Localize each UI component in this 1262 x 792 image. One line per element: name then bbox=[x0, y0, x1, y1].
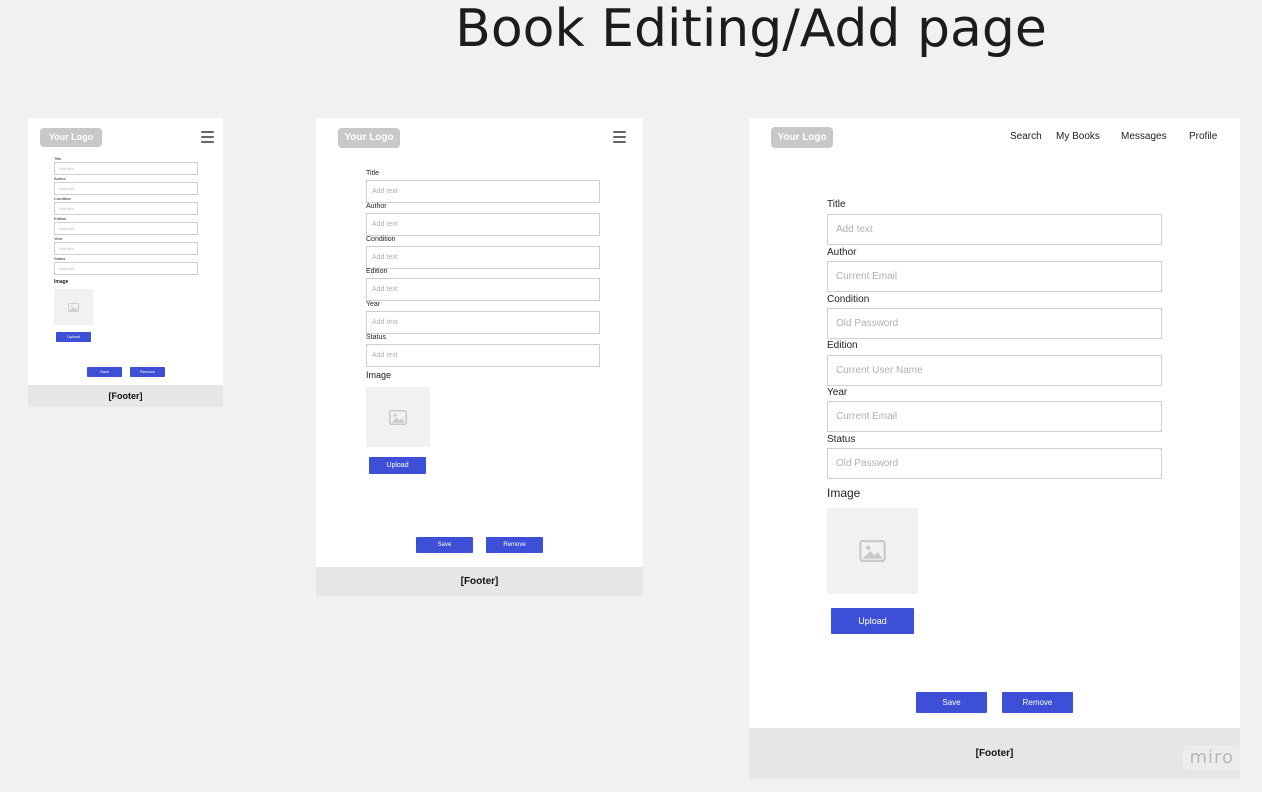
condition-input[interactable]: Old Password bbox=[827, 308, 1162, 339]
image-icon bbox=[68, 302, 79, 312]
desktop-frame: Your Logo Search My Books Messages Profi… bbox=[749, 118, 1240, 728]
field-label-status: Status bbox=[54, 256, 66, 261]
field-label-year: Year bbox=[827, 387, 848, 398]
nav-my-books[interactable]: My Books bbox=[1056, 131, 1100, 142]
status-input[interactable]: Add text bbox=[366, 344, 600, 367]
image-label: Image bbox=[366, 370, 392, 380]
image-placeholder bbox=[366, 387, 430, 447]
logo[interactable]: Your Logo bbox=[771, 127, 833, 148]
year-input[interactable]: Add text bbox=[54, 242, 198, 255]
remove-button[interactable]: Remove bbox=[486, 537, 543, 553]
author-input[interactable]: Add text bbox=[366, 213, 600, 236]
field-label-title: Title bbox=[827, 199, 846, 210]
edition-input[interactable]: Add text bbox=[366, 278, 600, 301]
title-input[interactable]: Add text bbox=[366, 180, 600, 203]
footer: [Footer] bbox=[28, 385, 223, 407]
hamburger-icon[interactable] bbox=[613, 131, 626, 143]
save-button[interactable]: Save bbox=[416, 537, 473, 553]
image-icon bbox=[389, 409, 407, 425]
status-input[interactable]: Add text bbox=[54, 262, 198, 275]
field-label-condition: Condition bbox=[827, 294, 870, 305]
field-label-status: Status bbox=[366, 334, 386, 341]
status-input[interactable]: Old Password bbox=[827, 448, 1162, 479]
image-icon bbox=[859, 540, 886, 562]
nav-profile[interactable]: Profile bbox=[1189, 131, 1217, 142]
field-label-author: Author bbox=[366, 203, 387, 210]
field-label-edition: Edition bbox=[827, 340, 858, 351]
image-label: Image bbox=[827, 486, 861, 500]
image-placeholder bbox=[827, 508, 918, 594]
field-label-author: Author bbox=[827, 247, 857, 258]
upload-button[interactable]: Upload bbox=[56, 332, 91, 342]
mobile-frame: Your Logo Title Add text Author Add text… bbox=[28, 118, 223, 385]
field-label-edition: Edition bbox=[366, 268, 388, 275]
edition-input[interactable]: Current User Name bbox=[827, 355, 1162, 386]
field-label-year: Year bbox=[366, 301, 381, 308]
field-label-year: Year bbox=[54, 236, 63, 241]
field-label-title: Title bbox=[366, 170, 379, 177]
board-title: Book Editing/Add page bbox=[455, 0, 1047, 59]
title-input[interactable]: Add text bbox=[54, 162, 198, 175]
title-input[interactable]: Add text bbox=[827, 214, 1162, 245]
tablet-frame: Your Logo Title Add text Author Add text… bbox=[316, 118, 643, 567]
condition-input[interactable]: Add text bbox=[54, 202, 198, 215]
author-input[interactable]: Current Email bbox=[827, 261, 1162, 292]
year-input[interactable]: Current Email bbox=[827, 401, 1162, 432]
footer: [Footer] bbox=[749, 728, 1240, 779]
field-label-edition: Edition bbox=[54, 216, 67, 221]
save-button[interactable]: Save bbox=[916, 692, 987, 713]
remove-button[interactable]: Remove bbox=[130, 367, 165, 377]
logo[interactable]: Your Logo bbox=[40, 128, 102, 147]
miro-watermark: miro bbox=[1183, 745, 1240, 770]
edition-input[interactable]: Add text bbox=[54, 222, 198, 235]
year-input[interactable]: Add text bbox=[366, 311, 600, 334]
save-button[interactable]: Save bbox=[87, 367, 122, 377]
field-label-author: Author bbox=[54, 176, 66, 181]
footer: [Footer] bbox=[316, 567, 643, 596]
nav-messages[interactable]: Messages bbox=[1121, 131, 1167, 142]
remove-button[interactable]: Remove bbox=[1002, 692, 1073, 713]
upload-button[interactable]: Upload bbox=[369, 457, 426, 474]
nav-search[interactable]: Search bbox=[1010, 131, 1042, 142]
upload-button[interactable]: Upload bbox=[831, 608, 914, 634]
field-label-condition: Condition bbox=[54, 196, 71, 201]
field-label-status: Status bbox=[827, 434, 856, 445]
logo[interactable]: Your Logo bbox=[338, 128, 400, 148]
image-label: Image bbox=[54, 279, 69, 285]
field-label-title: Title bbox=[54, 156, 62, 161]
field-label-condition: Condition bbox=[366, 236, 396, 243]
condition-input[interactable]: Add text bbox=[366, 246, 600, 269]
image-placeholder bbox=[54, 289, 93, 325]
author-input[interactable]: Add text bbox=[54, 182, 198, 195]
hamburger-icon[interactable] bbox=[201, 131, 214, 143]
